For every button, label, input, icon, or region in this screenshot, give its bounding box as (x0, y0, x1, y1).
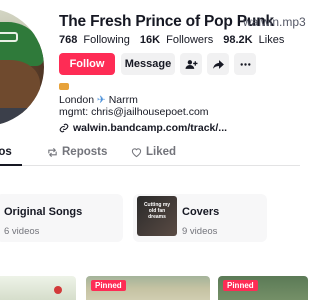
share-button[interactable] (207, 53, 229, 75)
pinned-badge: Pinned (223, 280, 258, 291)
profile-stats: 768 Following 16K Followers 98.2K Likes (59, 34, 294, 46)
avatar-image (0, 8, 44, 126)
profile-display-name: The Fresh Prince of Pop Punk (59, 13, 274, 30)
video-thumbnail[interactable]: Pinned (86, 276, 210, 300)
tab-videos[interactable]: eos (0, 146, 12, 158)
bio-location-to: Narrm (108, 94, 138, 106)
likes-label: Likes (258, 34, 285, 46)
airplane-emoji-icon: ✈ (96, 94, 106, 106)
collection-thumbnail-text: Cutting my old fan dreams (143, 202, 171, 220)
collection-name: Covers (182, 206, 220, 218)
more-options-button[interactable] (234, 53, 256, 75)
suggest-accounts-button[interactable] (180, 53, 202, 75)
avatar[interactable] (0, 8, 44, 126)
avatar-cap-logo (0, 32, 18, 42)
active-tab-indicator (0, 164, 22, 166)
briefcase-emoji-icon (59, 83, 69, 90)
collection-name: Original Songs (4, 206, 83, 218)
tab-reposts[interactable]: Reposts (47, 146, 107, 158)
stat-following[interactable]: 768 Following (59, 34, 130, 46)
collection-card[interactable]: Cutting my old fan dreams Covers 9 video… (133, 194, 267, 242)
bio-link[interactable]: walwin.bandcamp.com/track/... (59, 122, 227, 134)
repost-icon (48, 147, 57, 157)
link-icon (59, 123, 69, 133)
collection-count: 9 videos (182, 226, 218, 237)
stat-followers[interactable]: 16K Followers (140, 34, 213, 46)
video-thumbnail[interactable] (0, 276, 76, 300)
message-button[interactable]: Message (121, 53, 175, 75)
pinned-badge: Pinned (91, 280, 126, 291)
likes-count: 98.2K (223, 34, 253, 46)
video-thumbnail[interactable]: Pinned (218, 276, 308, 300)
heart-lock-icon (131, 147, 142, 157)
profile-handle: walwin.mp3 (243, 15, 306, 29)
follow-button[interactable]: Follow (59, 53, 115, 75)
bio-mgmt: mgmt: chris@jailhousepoet.com (59, 106, 209, 118)
following-label: Following (83, 34, 130, 46)
collection-count: 6 videos (4, 226, 40, 237)
followers-label: Followers (166, 34, 214, 46)
profile-tabs: eos Reposts Liked (0, 140, 300, 166)
video-thumbnail-mark (54, 286, 62, 294)
collection-thumbnail: Cutting my old fan dreams (137, 196, 177, 236)
tab-liked[interactable]: Liked (131, 146, 176, 158)
avatar-shirt (0, 108, 44, 126)
add-user-icon (185, 59, 197, 69)
more-dots-icon (240, 62, 250, 66)
tab-reposts-label: Reposts (62, 146, 108, 158)
collection-card[interactable]: Original Songs 6 videos (0, 194, 123, 242)
bio-location-from: London (59, 94, 95, 106)
tab-videos-label: eos (0, 146, 12, 158)
following-count: 768 (59, 34, 78, 46)
share-arrow-icon (212, 59, 224, 69)
tab-liked-label: Liked (146, 146, 177, 158)
followers-count: 16K (139, 34, 161, 46)
stat-likes: 98.2K Likes (223, 34, 284, 46)
bio-link-text: walwin.bandcamp.com/track/... (73, 122, 228, 134)
bio-location: London ✈ Narrm (59, 94, 138, 106)
